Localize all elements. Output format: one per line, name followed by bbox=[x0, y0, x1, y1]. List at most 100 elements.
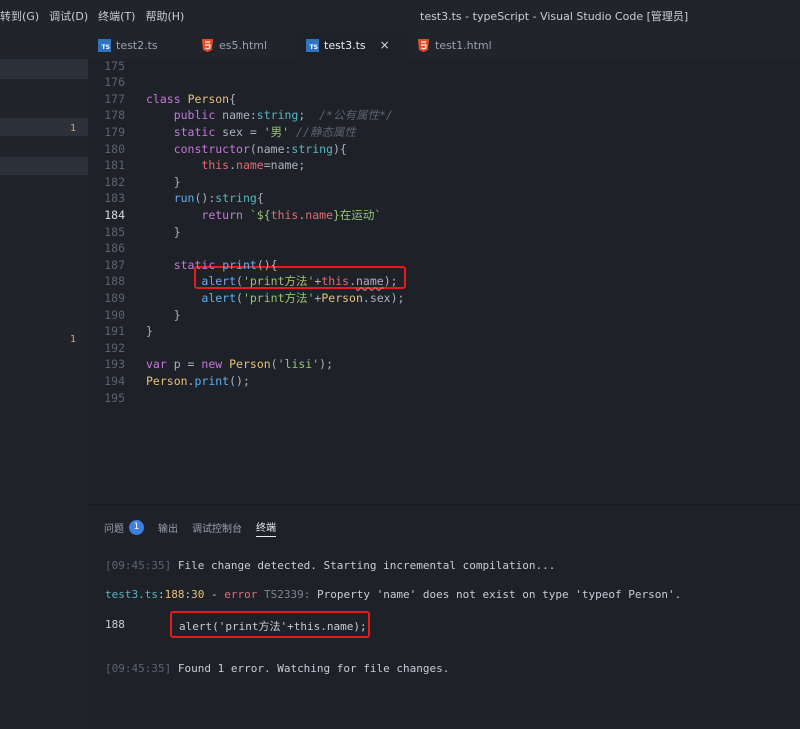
sidebar-problem-count: 1 bbox=[70, 334, 77, 345]
code-token: this bbox=[321, 274, 350, 289]
tab-test1-html[interactable]: test1.html bbox=[408, 31, 512, 59]
code-token: string bbox=[256, 108, 299, 123]
code-token: . bbox=[229, 158, 237, 173]
code-text: this.name=name; bbox=[146, 157, 305, 174]
code-token: Person bbox=[321, 290, 363, 305]
code-text: alert('print方法'+this.name); bbox=[146, 273, 397, 290]
code-token: ; bbox=[298, 108, 320, 123]
code-token: } bbox=[146, 324, 153, 339]
tab-es5-html[interactable]: es5.html bbox=[192, 31, 296, 59]
close-icon[interactable]: × bbox=[380, 38, 390, 52]
line-number: 185 bbox=[104, 224, 125, 239]
code-token: ); bbox=[319, 357, 334, 372]
code-token: public bbox=[173, 108, 216, 123]
code-text: constructor(name:string){ bbox=[146, 141, 347, 158]
bottom-panel: 问题 1 输出 调试控制台 终端 [09:45:35] File change … bbox=[88, 504, 800, 729]
tab-problems-label: 问题 bbox=[104, 523, 124, 535]
tab-debug-console[interactable]: 调试控制台 bbox=[192, 517, 242, 537]
code-token: . bbox=[349, 274, 356, 289]
line-number: 183 bbox=[104, 191, 125, 206]
sidebar-row-highlight[interactable] bbox=[0, 157, 88, 175]
code-token: 'lisi' bbox=[277, 357, 320, 372]
line-number: 190 bbox=[104, 307, 125, 322]
code-token: Person bbox=[146, 373, 188, 388]
problems-count-badge: 1 bbox=[129, 519, 144, 535]
code-token: print bbox=[194, 373, 230, 388]
code-token: ( bbox=[236, 290, 243, 305]
code-token: Person bbox=[229, 357, 271, 372]
tab-label: test2.ts bbox=[116, 38, 158, 52]
code-token: alert bbox=[201, 290, 237, 305]
code-text: static sex = '男' //静态属性 bbox=[146, 124, 356, 141]
error-file[interactable]: test3.ts bbox=[105, 588, 158, 601]
code-text: var p = new Person('lisi'); bbox=[146, 356, 333, 373]
panel-tab-bar: 问题 1 输出 调试控制台 终端 bbox=[88, 505, 800, 549]
code-token: } bbox=[146, 174, 181, 189]
code-token: name: bbox=[215, 108, 257, 123]
line-number: 186 bbox=[104, 241, 125, 256]
tab-test3-ts[interactable]: TS test3.ts × bbox=[296, 31, 408, 59]
code-token: var bbox=[146, 357, 167, 372]
tab-output[interactable]: 输出 bbox=[158, 517, 178, 537]
code-token: .sex); bbox=[362, 290, 405, 305]
code-token: sex = bbox=[215, 124, 264, 139]
code-text: alert('print方法'+Person.sex); bbox=[146, 290, 404, 307]
code-token: name bbox=[356, 274, 384, 289]
menu-debug[interactable]: 调试(D) bbox=[44, 0, 93, 31]
tab-label: test3.ts bbox=[324, 38, 366, 52]
code-editor[interactable]: 175 176 177 class Person{178 public name:st… bbox=[88, 59, 800, 504]
line-number: 187 bbox=[104, 257, 125, 272]
code-token: print bbox=[222, 257, 257, 272]
code-token: string bbox=[291, 141, 333, 156]
code-text: return `${this.name}在运动` bbox=[146, 207, 381, 224]
error-line-number: 188 bbox=[164, 588, 185, 601]
code-token: run bbox=[173, 191, 195, 206]
line-number: 180 bbox=[104, 141, 125, 156]
code-token: name bbox=[236, 158, 264, 173]
terminal-snippet-number: 188 bbox=[105, 618, 125, 631]
menu-goto[interactable]: 转到(G) bbox=[0, 0, 44, 31]
sidebar-row-highlight[interactable] bbox=[0, 59, 88, 79]
code-token: '男' bbox=[263, 124, 290, 139]
code-token: this bbox=[201, 158, 230, 173]
error-message: Property 'name' does not exist on type '… bbox=[310, 588, 682, 601]
code-token: ( bbox=[270, 357, 278, 372]
code-text: } bbox=[146, 224, 181, 241]
menu-terminal[interactable]: 终端(T) bbox=[93, 0, 140, 31]
tab-problems[interactable]: 问题 1 bbox=[104, 517, 144, 537]
tab-test2-ts[interactable]: TS test2.ts bbox=[88, 31, 192, 59]
code-text: class Person{ bbox=[146, 91, 236, 108]
code-token: } bbox=[146, 307, 181, 322]
error-column-number: 30 bbox=[191, 588, 205, 601]
code-token: ( bbox=[236, 274, 243, 289]
code-token: alert bbox=[201, 274, 237, 289]
code-token: (){ bbox=[256, 257, 278, 272]
tab-terminal[interactable]: 终端 bbox=[256, 517, 276, 537]
side-panel: 1 1 bbox=[0, 31, 88, 729]
code-token: string bbox=[215, 191, 257, 206]
menu-help[interactable]: 帮助(H) bbox=[140, 0, 189, 31]
terminal-error-line: test3.ts:188:30 - error TS2339: Property… bbox=[105, 588, 682, 601]
code-token: /*公有属性*/ bbox=[319, 108, 393, 123]
window-title: test3.ts - typeScript - Visual Studio Co… bbox=[420, 9, 689, 23]
line-number: 195 bbox=[104, 390, 125, 405]
code-token: }在运动` bbox=[333, 207, 382, 222]
line-number: 181 bbox=[104, 158, 125, 173]
code-text: run():string{ bbox=[146, 190, 264, 207]
terminal-timestamp: 09:45:35 bbox=[111, 662, 165, 675]
html5-file-icon bbox=[202, 38, 213, 52]
line-number: 178 bbox=[104, 108, 125, 123]
terminal-line: [09:45:35] Found 1 error. Watching for f… bbox=[105, 662, 450, 675]
code-token: { bbox=[229, 91, 237, 106]
line-number: 175 bbox=[104, 59, 125, 73]
code-token: =name; bbox=[263, 158, 306, 173]
line-number: 179 bbox=[104, 124, 125, 139]
